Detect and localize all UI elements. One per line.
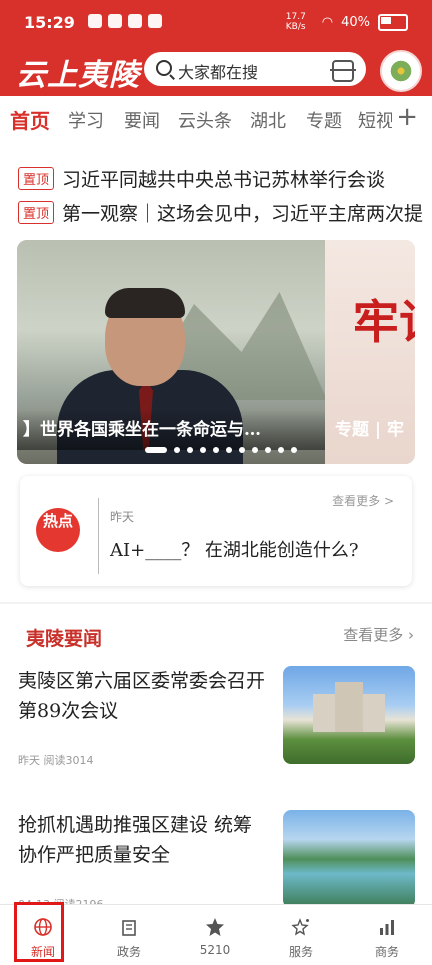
nav-label: 服务 (288, 945, 313, 959)
section-title: 夷陵要闻 (26, 628, 103, 650)
news-title: 抢抓机遇助推强区建设 统筹协作严把质量安全 (18, 814, 253, 866)
news-item[interactable]: 抢抓机遇助推强区建设 统筹协作严把质量安全 04-13 阅读2196 (0, 808, 432, 918)
flower-icon (206, 918, 224, 936)
section-more-label: 查看更多 (343, 626, 404, 644)
tab-topics[interactable]: 专题 (306, 107, 342, 133)
status-bar: 15:29 17.7 KB/s ◠ 40% (0, 0, 432, 46)
search-placeholder: 大家都在搜 (178, 63, 259, 82)
carousel-dot (252, 447, 258, 453)
nav-selection-highlight (14, 902, 64, 962)
carousel-section: 】世界各国乘坐在一条命运与… 牢记 专题 | 牢 (0, 234, 432, 470)
tab-headlines[interactable]: 要闻 (124, 107, 160, 133)
tab-cloud-headlines[interactable]: 云头条 (178, 107, 232, 133)
hot-more-link[interactable]: 查看更多 > (332, 492, 394, 509)
section-more-link[interactable]: 查看更多 › (343, 624, 414, 645)
person-hair (105, 288, 185, 318)
wifi-icon: ◠ (321, 14, 334, 30)
nav-label: 5210 (199, 943, 231, 957)
nav-business[interactable]: 商务 (344, 905, 430, 965)
pinned-title: 习近平同越共中央总书记苏林举行会谈 (62, 168, 386, 191)
carousel-slide-main[interactable]: 】世界各国乘坐在一条命运与… (17, 240, 327, 464)
carousel-dot-active (145, 447, 167, 453)
search-icon (156, 60, 172, 76)
avatar-image (389, 59, 413, 83)
carousel-dot (187, 447, 193, 453)
tab-hubei[interactable]: 湖北 (250, 107, 286, 133)
nav-services[interactable]: 服务 (258, 905, 344, 965)
add-channel-icon[interactable]: + (396, 102, 418, 132)
building-icon (122, 920, 136, 936)
pinned-badge: 置顶 (18, 200, 55, 224)
nav-government[interactable]: 政务 (86, 905, 172, 965)
news-meta: 昨天 阅读3014 (18, 754, 94, 767)
carousel-dot (278, 447, 284, 453)
status-right: 17.7 KB/s ◠ 40% (286, 12, 408, 32)
news-thumbnail (283, 810, 415, 908)
hot-time: 昨天 (110, 510, 135, 524)
pinned-item[interactable]: 置顶 第一观察｜这场会见中，习近平主席两次提 (18, 198, 432, 226)
divider (98, 498, 99, 574)
app-header: 15:29 17.7 KB/s ◠ 40% 云上夷陵 大家都在搜 (0, 0, 432, 96)
pinned-item[interactable]: 置顶 习近平同越共中央总书记苏林举行会谈 (18, 164, 385, 192)
nav-label: 政务 (116, 945, 141, 959)
hot-topic-card[interactable]: 热点 查看更多 > 昨天 AI+____？ 在湖北能创造什么? (20, 476, 412, 586)
local-news-section: 夷陵要闻 查看更多 › 夷陵区第六届区委常委会召开第89次会议 昨天 阅读301… (0, 604, 432, 911)
network-speed: 17.7 KB/s (285, 12, 306, 32)
news-title: 夷陵区第六届区委常委会召开第89次会议 (18, 670, 266, 722)
notification-icon (128, 14, 142, 28)
notification-icon (108, 14, 122, 28)
news-thumbnail (283, 666, 415, 764)
pinned-title: 第一观察｜这场会见中，习近平主席两次提 (62, 202, 424, 225)
tab-home[interactable]: 首页 (10, 105, 50, 134)
tab-short-video[interactable]: 短视 (358, 107, 392, 133)
avatar[interactable] (380, 50, 422, 92)
carousel-dot (239, 447, 245, 453)
chevron-right-icon: › (408, 626, 414, 644)
building-tower-shape (335, 682, 363, 732)
battery-percent: 40% (341, 14, 370, 30)
notification-icon (88, 14, 102, 28)
carousel-dot (291, 447, 297, 453)
notification-icon (148, 14, 162, 28)
notification-icons (88, 14, 162, 28)
app-logo: 云上夷陵 (16, 58, 140, 93)
channel-tabs: 首页 学习 要闻 云头条 湖北 专题 短视 + (0, 96, 432, 143)
battery-icon (378, 13, 408, 31)
hot-section: 热点 查看更多 > 昨天 AI+____？ 在湖北能创造什么? (0, 470, 432, 602)
search-bar[interactable]: 大家都在搜 (144, 52, 366, 86)
carousel-dot (200, 447, 206, 453)
pinned-badge: 置顶 (18, 166, 55, 190)
carousel-dot (265, 447, 271, 453)
status-time: 15:29 (24, 13, 75, 32)
carousel-dots (145, 447, 297, 453)
carousel-dot (226, 447, 232, 453)
banner-carousel[interactable]: 】世界各国乘坐在一条命运与… 牢记 专题 | 牢 (17, 240, 415, 464)
carousel-caption: 】世界各国乘坐在一条命运与… (17, 410, 325, 450)
nav-5210[interactable]: 5210 (172, 905, 258, 965)
pinned-list: 置顶 习近平同越共中央总书记苏林举行会谈 置顶 第一观察｜这场会见中，习近平主席… (0, 142, 432, 234)
hot-badge: 热点 (36, 508, 80, 552)
carousel-caption-next: 专题 | 牢 (335, 420, 405, 440)
news-item[interactable]: 夷陵区第六届区委常委会召开第89次会议 昨天 阅读3014 (0, 664, 432, 774)
slide-title-art: 牢记 (353, 295, 415, 349)
star-sparkle-icon (291, 918, 309, 936)
scan-icon[interactable] (330, 60, 356, 82)
hot-title[interactable]: AI+____？ 在湖北能创造什么? (110, 536, 359, 562)
bottom-nav: 新闻 政务 5210 服务 商务 (0, 904, 432, 965)
chart-icon (380, 920, 394, 935)
nav-label: 商务 (374, 945, 399, 959)
carousel-dot (213, 447, 219, 453)
carousel-dot (174, 447, 180, 453)
tab-study[interactable]: 学习 (68, 107, 104, 133)
